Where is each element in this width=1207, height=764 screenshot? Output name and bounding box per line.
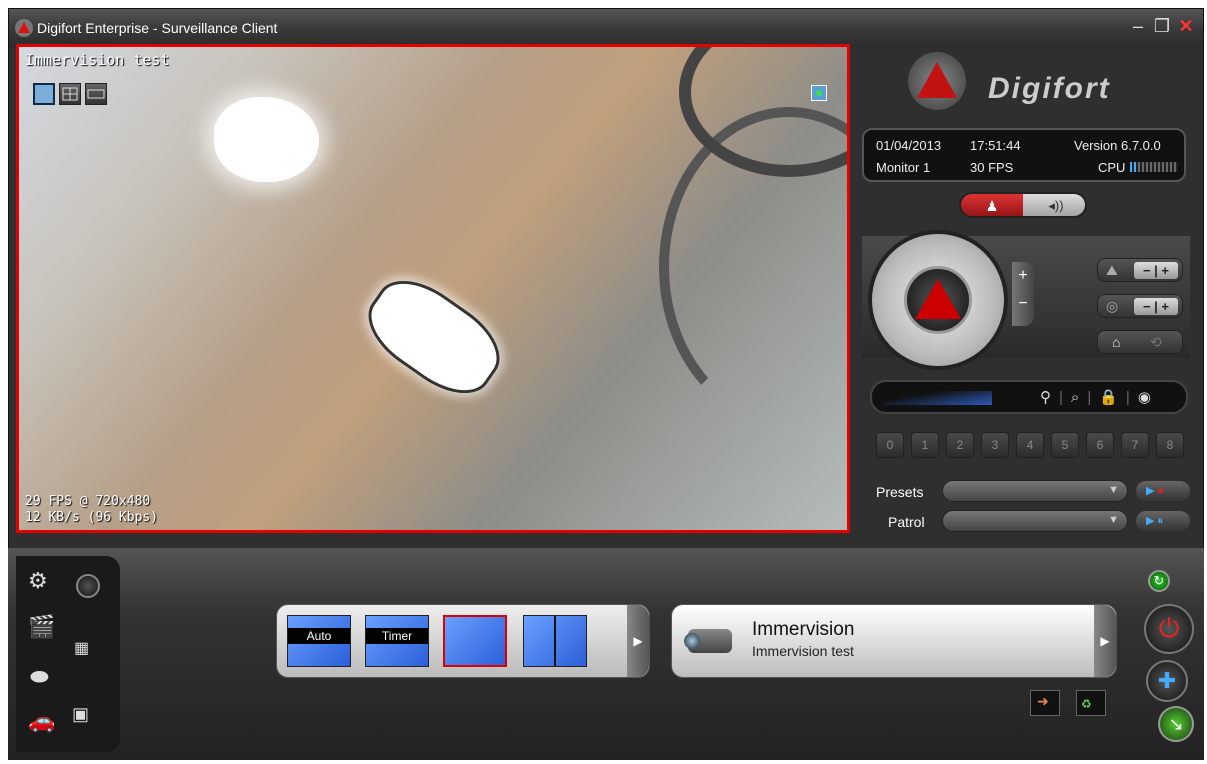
logo-text: Digifort bbox=[988, 72, 1111, 105]
focus-minus-plus[interactable]: − | + bbox=[1134, 262, 1178, 279]
camera-name: Immervision bbox=[752, 619, 855, 640]
preset-num-button[interactable]: 0 bbox=[876, 432, 904, 458]
preset-number-row: 0 1 2 3 4 5 6 7 8 bbox=[876, 432, 1192, 458]
preset-num-button[interactable]: 1 bbox=[911, 432, 939, 458]
video-light-tube bbox=[353, 264, 515, 410]
record-icon[interactable] bbox=[76, 574, 100, 598]
preset-num-button[interactable]: 6 bbox=[1086, 432, 1114, 458]
focus-control[interactable]: ⛰ − | + bbox=[1097, 258, 1183, 282]
eye-icon[interactable]: ◉ bbox=[1138, 389, 1159, 406]
left-dock: ⚙ 🎬 ▦ ⬬ 🚗 ▣ bbox=[16, 556, 120, 752]
patrol-label: Patrol bbox=[888, 514, 925, 530]
patrol-dropdown[interactable] bbox=[942, 510, 1128, 532]
layout-quad-button[interactable] bbox=[59, 83, 81, 105]
digifort-logo-icon bbox=[908, 52, 966, 110]
home-icon[interactable]: ⌂ bbox=[1112, 334, 1120, 350]
layout-single-button[interactable] bbox=[33, 83, 55, 105]
audio-icon[interactable]: ◂)) bbox=[1023, 194, 1085, 216]
return-icon[interactable]: ⟲ bbox=[1150, 334, 1162, 351]
preset-num-button[interactable]: 3 bbox=[981, 432, 1009, 458]
ptz-tool-icons: ⚲|⌕|🔒|◉ bbox=[1040, 389, 1159, 406]
gear-icon[interactable]: ⚙ bbox=[28, 568, 48, 594]
layout-next-arrow[interactable]: ▶ bbox=[627, 605, 649, 677]
status-panel: 01/04/2013 17:51:44 Version 6.7.0.0 Moni… bbox=[862, 128, 1186, 182]
view-mode-toggle[interactable]: ♟ ◂)) bbox=[959, 192, 1087, 218]
refresh-icon[interactable]: ↻ bbox=[1148, 570, 1170, 592]
fps-info: 29 FPS @ 720x480 bbox=[25, 494, 151, 509]
zoom-minus-button[interactable]: − bbox=[1012, 290, 1034, 318]
ptz-center-button[interactable] bbox=[904, 266, 972, 334]
patrol-play-pause[interactable]: ▶ ⏸ bbox=[1136, 511, 1190, 531]
preset-play-record[interactable]: ▶ ● bbox=[1136, 481, 1190, 501]
ptz-speed-bar[interactable]: ⚲|⌕|🔒|◉ bbox=[870, 380, 1188, 414]
status-fps: 30 FPS bbox=[970, 160, 1014, 175]
cpu-meter bbox=[1130, 162, 1178, 172]
title-bar: Digifort Enterprise - Surveillance Clien… bbox=[9, 9, 1203, 47]
camera-info-panel[interactable]: Immervision Immervision test ▶ bbox=[671, 604, 1117, 678]
recycle-icon[interactable]: ♻ bbox=[1076, 690, 1106, 716]
preset-num-button[interactable]: 7 bbox=[1121, 432, 1149, 458]
sequence-timer-button[interactable]: Timer bbox=[365, 615, 429, 667]
app-logo-icon bbox=[15, 19, 33, 37]
speed-level bbox=[882, 391, 992, 405]
status-date: 01/04/2013 bbox=[876, 138, 942, 153]
presets-dropdown[interactable] bbox=[942, 480, 1128, 502]
layout-selector: Auto Timer ▶ bbox=[276, 604, 650, 678]
navigation-icon[interactable]: ✚ bbox=[1146, 660, 1188, 702]
status-monitor: Monitor 1 bbox=[876, 160, 931, 175]
lock-icon[interactable]: 🔒 bbox=[1099, 389, 1126, 406]
maximize-icon[interactable]: ❐ bbox=[1151, 15, 1173, 37]
minimize-icon[interactable]: – bbox=[1127, 15, 1149, 37]
zoom-control[interactable]: + − bbox=[1012, 262, 1034, 326]
iris-icon: ◎ bbox=[1106, 298, 1119, 314]
bitrate-info: 12 KB/s (96 Kbps) bbox=[25, 510, 159, 525]
video-stream-info: 29 FPS @ 720x480 12 KB/s (96 Kbps) bbox=[25, 494, 158, 526]
focus-icon: ⛰ bbox=[1106, 262, 1118, 278]
layout-panorama-button[interactable] bbox=[85, 83, 107, 105]
camera-status-indicator bbox=[811, 85, 827, 101]
close-icon[interactable]: ✕ bbox=[1175, 15, 1197, 37]
eraser-icon[interactable]: ⬬ bbox=[30, 664, 49, 690]
presets-label: Presets bbox=[876, 484, 924, 500]
preset-num-button[interactable]: 5 bbox=[1051, 432, 1079, 458]
status-time: 17:51:44 bbox=[970, 138, 1021, 153]
brand-logo: Digifort bbox=[868, 44, 1186, 134]
iris-minus-plus[interactable]: − | + bbox=[1134, 298, 1178, 315]
preset-num-button[interactable]: 8 bbox=[1156, 432, 1184, 458]
keyboard-icon[interactable]: ▦ bbox=[74, 638, 89, 658]
status-version: Version 6.7.0.0 bbox=[1074, 138, 1161, 153]
video-view[interactable]: Immervision test 29 FPS @ 720x480 12 KB/… bbox=[16, 44, 850, 533]
layout-1x1-button[interactable] bbox=[443, 615, 507, 667]
clapper-icon[interactable]: 🎬 bbox=[28, 614, 55, 640]
zoom-plus-button[interactable]: + bbox=[1012, 262, 1034, 290]
camera-description: Immervision test bbox=[752, 643, 854, 659]
face-search-icon[interactable]: ▣ bbox=[72, 704, 89, 725]
camera-next-arrow[interactable]: ▶ bbox=[1094, 605, 1116, 677]
camera-overlay-label: Immervision test bbox=[25, 51, 170, 69]
video-light-spot bbox=[214, 97, 319, 182]
joystick-icon[interactable]: ⚲ bbox=[1040, 389, 1059, 406]
preset-num-button[interactable]: 4 bbox=[1016, 432, 1044, 458]
camera-icon bbox=[684, 629, 732, 653]
status-cpu-label: CPU bbox=[1098, 160, 1126, 175]
window-title: Digifort Enterprise - Surveillance Clien… bbox=[37, 20, 278, 36]
zoom-icon[interactable]: ⌕ bbox=[1071, 389, 1087, 406]
car-icon[interactable]: 🚗 bbox=[28, 708, 55, 734]
layout-2x1-button[interactable] bbox=[523, 615, 587, 667]
iris-control[interactable]: ◎ − | + bbox=[1097, 294, 1183, 318]
user-icon[interactable]: ♟ bbox=[961, 194, 1023, 216]
preset-num-button[interactable]: 2 bbox=[946, 432, 974, 458]
power-icon[interactable]: ⏻ bbox=[1144, 604, 1194, 654]
home-control[interactable]: ⌂ ⟲ bbox=[1097, 330, 1183, 354]
sequence-auto-button[interactable]: Auto bbox=[287, 615, 351, 667]
export-icon[interactable]: ➜ bbox=[1030, 690, 1060, 716]
exit-icon[interactable]: ↘ bbox=[1158, 706, 1194, 742]
